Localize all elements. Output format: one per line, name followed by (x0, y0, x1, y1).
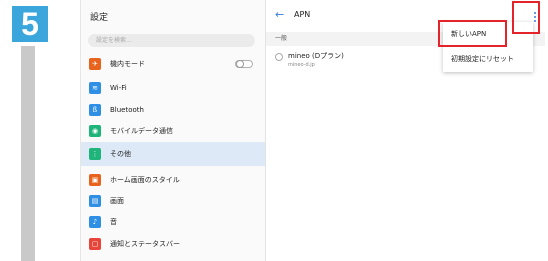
search-input[interactable]: 設定を検索... (88, 34, 255, 47)
sound-icon: ♪ (89, 216, 101, 228)
sidebar-item-notifications[interactable]: ▢ 通知とステータスバー (81, 232, 265, 256)
sidebar-item-label: その他 (110, 150, 131, 158)
highlight-new-apn (438, 20, 507, 47)
airplane-mode-toggle[interactable] (235, 60, 253, 68)
step-side-bar (21, 46, 35, 261)
step-number-badge: 5 (12, 6, 48, 42)
apn-address: mineo-d.jp (288, 62, 315, 68)
airplane-icon: ✈ (89, 58, 101, 70)
sidebar-item-other[interactable]: ⋮ その他 (81, 142, 265, 166)
mobile-data-icon: ◉ (89, 125, 101, 137)
sidebar-item-label: 通知とステータスバー (110, 240, 180, 248)
notification-icon: ▢ (89, 238, 101, 250)
sidebar-item-sound[interactable]: ♪ 音 (81, 210, 265, 234)
tablet-screen: 設定 設定を検索... ✈ 機内モード ≋ Wi-Fi ß Bluetooth … (80, 0, 545, 261)
more-icon: ⋮ (89, 148, 101, 160)
display-icon: ▤ (89, 195, 101, 207)
apn-name: mineo (Dプラン) (288, 52, 344, 60)
back-arrow-icon[interactable]: ← (275, 9, 284, 20)
sidebar-item-airplane-mode[interactable]: ✈ 機内モード (81, 52, 265, 76)
sidebar-item-label: 音 (110, 218, 117, 226)
bluetooth-icon: ß (89, 104, 101, 116)
sidebar-item-label: モバイルデータ通信 (110, 127, 173, 135)
apn-radio-button[interactable] (275, 53, 283, 61)
sidebar-title: 設定 (90, 13, 109, 23)
sidebar-item-wifi[interactable]: ≋ Wi-Fi (81, 76, 265, 100)
home-style-icon: ▣ (89, 174, 101, 186)
wifi-icon: ≋ (89, 82, 101, 94)
menu-item-reset-defaults[interactable]: 初期設定にリセット (443, 47, 533, 72)
sidebar-item-label: Wi-Fi (110, 84, 127, 92)
sidebar-item-label: Bluetooth (110, 106, 144, 114)
sidebar-item-label: 画面 (110, 197, 124, 205)
settings-sidebar: 設定 設定を検索... ✈ 機内モード ≋ Wi-Fi ß Bluetooth … (81, 0, 266, 261)
page-title: APN (294, 10, 311, 19)
sidebar-item-label: ホーム画面のスタイル (110, 176, 180, 184)
sidebar-item-label: 機内モード (110, 60, 145, 68)
sidebar-item-mobile-data[interactable]: ◉ モバイルデータ通信 (81, 119, 265, 143)
highlight-more-options (512, 1, 540, 34)
